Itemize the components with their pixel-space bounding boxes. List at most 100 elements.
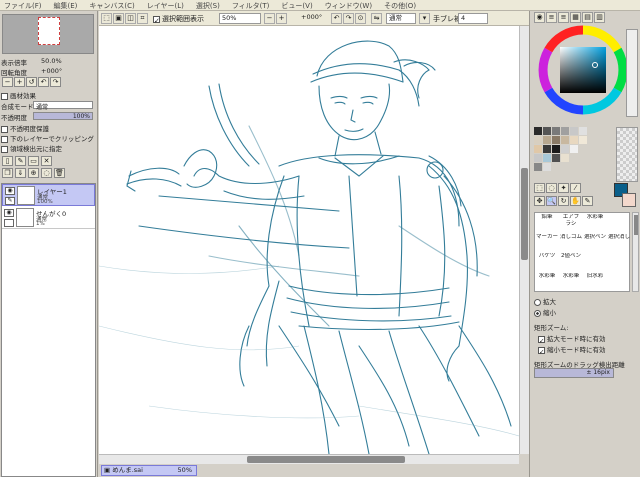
color-wheel-icon[interactable]: ◉ xyxy=(534,12,545,23)
eye-icon[interactable]: ◉ xyxy=(4,209,14,217)
reset-icon[interactable]: ↺ xyxy=(26,77,37,87)
magic-wand-icon[interactable]: ✦ xyxy=(558,183,569,193)
zoom-in-icon[interactable]: + xyxy=(276,13,287,24)
navigator-preview[interactable] xyxy=(2,14,94,54)
eye-icon[interactable]: ◉ xyxy=(5,187,15,195)
delete-layer-icon[interactable]: ✕ xyxy=(41,156,52,166)
menu-edit[interactable]: 編集(E) xyxy=(50,0,86,10)
menu-select[interactable]: 選択(S) xyxy=(192,0,228,10)
tool-scroll-thumb[interactable] xyxy=(634,215,638,235)
document-tab[interactable]: ▣ めんま.sai 50% xyxy=(101,465,197,476)
menu-file[interactable]: ファイル(F) xyxy=(0,0,50,10)
clip-checkbox-icon[interactable] xyxy=(1,135,8,143)
show-selection-checkbox-icon[interactable]: ✓ xyxy=(153,15,160,25)
zoom-value[interactable]: 50.0% xyxy=(41,57,62,65)
zoom-in-option[interactable]: 拡大 xyxy=(534,296,556,306)
zoom-out-icon[interactable]: − xyxy=(264,13,275,24)
zoom-select[interactable]: 50% xyxy=(219,13,261,24)
select-all-icon[interactable]: ▣ xyxy=(113,13,124,24)
clip-row[interactable]: 下のレイヤーでクリッピング xyxy=(1,133,97,143)
swatches[interactable] xyxy=(534,127,614,177)
blend-select[interactable]: 通常 xyxy=(386,13,416,24)
brush-tool[interactable]: 2値ペン xyxy=(560,253,582,269)
pen-icon[interactable]: ✎ xyxy=(5,197,15,205)
brush-tool[interactable] xyxy=(608,273,630,289)
zoom-in-icon[interactable]: + xyxy=(14,77,25,87)
hsv-slider-icon[interactable]: ≡ xyxy=(558,12,569,23)
brush-tool[interactable]: 消しゴム xyxy=(560,234,582,250)
reset-rotation-icon[interactable]: ⊙ xyxy=(355,13,366,24)
merge-selection-icon[interactable]: ⊕ xyxy=(28,168,39,178)
zoom-out-option[interactable]: 縮小 xyxy=(534,307,556,317)
rect-zoom-out-option[interactable]: ✓ 縮小モード時に有効 xyxy=(538,344,606,356)
copy-layer-icon[interactable]: ❐ xyxy=(2,168,13,178)
clear-layer-icon[interactable]: ◌ xyxy=(41,168,52,178)
flip-icon[interactable]: ⇋ xyxy=(371,13,382,24)
tool-scrollbar[interactable] xyxy=(632,212,639,292)
brush-tool[interactable]: 選択ペン xyxy=(584,234,606,250)
side-slider[interactable] xyxy=(626,29,638,117)
brush-tool[interactable] xyxy=(608,214,630,230)
brush-tool[interactable]: マーカー xyxy=(536,234,558,250)
move-icon[interactable]: ✥ xyxy=(534,196,545,206)
rect-zoom-in-checkbox-icon[interactable]: ✓ xyxy=(538,335,545,345)
rotate-left-icon[interactable]: ↶ xyxy=(331,13,342,24)
horizontal-scrollbar[interactable] xyxy=(99,454,519,464)
menu-layer[interactable]: レイヤー(L) xyxy=(143,0,192,10)
rotate-tool-icon[interactable]: ↻ xyxy=(558,196,569,206)
drag-distance-slider[interactable]: ± 16pix xyxy=(534,368,614,378)
lasso-icon[interactable]: ◌ xyxy=(546,183,557,193)
blend-select[interactable]: 通常 xyxy=(33,101,93,111)
layer-mode-icon[interactable]: ▾ xyxy=(419,13,430,24)
brush-tool[interactable]: 水彩筆 xyxy=(584,214,606,230)
scratchpad-icon[interactable]: ▥ xyxy=(594,12,605,23)
hand-icon[interactable]: ✋ xyxy=(570,196,581,206)
merge-down-icon[interactable]: ⇓ xyxy=(15,168,26,178)
brush-tool[interactable]: 旧水彩 xyxy=(584,273,606,289)
invert-selection-icon[interactable]: ◫ xyxy=(125,13,136,24)
menu-window[interactable]: ウィンドウ(W) xyxy=(321,0,380,10)
brush-tool[interactable] xyxy=(584,253,606,269)
zoom-out-radio-icon[interactable] xyxy=(534,309,541,317)
trash-icon[interactable]: 🗑 xyxy=(54,168,65,178)
brush-tool[interactable]: エアブラシ xyxy=(560,214,582,230)
zoom-tool-icon[interactable]: 🔍 xyxy=(546,196,557,206)
zoom-in-radio-icon[interactable] xyxy=(534,298,541,306)
preserve-opacity-checkbox-icon[interactable] xyxy=(1,125,8,133)
rect-select-icon[interactable]: ⬚ xyxy=(534,183,545,193)
vertical-scroll-thumb[interactable] xyxy=(521,168,528,260)
pen-tool-icon[interactable]: ✎ xyxy=(582,196,593,206)
brush-tool[interactable]: バケツ xyxy=(536,253,558,269)
menu-other[interactable]: その他(O) xyxy=(380,0,424,10)
opacity-slider[interactable]: 100% xyxy=(33,112,93,120)
stabilizer-select[interactable]: 4 xyxy=(458,13,488,24)
palette-icon[interactable]: ▦ xyxy=(570,12,581,23)
show-selection-toggle[interactable]: ✓ 選択範囲表示 xyxy=(153,14,204,25)
drawing-canvas[interactable] xyxy=(99,26,519,454)
brush-tool[interactable]: 水彩筆 xyxy=(560,273,582,289)
pen-icon[interactable] xyxy=(4,219,14,227)
menu-view[interactable]: ビュー(V) xyxy=(277,0,320,10)
rotate-right-icon[interactable]: ↷ xyxy=(343,13,354,24)
menu-filter[interactable]: フィルタ(T) xyxy=(228,0,278,10)
eyedropper-icon[interactable]: ⁄ xyxy=(570,183,581,193)
deselect-icon[interactable]: ⬚ xyxy=(101,13,112,24)
new-folder-icon[interactable]: ▭ xyxy=(28,156,39,166)
menu-canvas[interactable]: キャンバス(C) xyxy=(85,0,142,10)
selection-source-checkbox-icon[interactable] xyxy=(1,145,8,153)
rotate-right-icon[interactable]: ↷ xyxy=(50,77,61,87)
rgb-slider-icon[interactable]: ≡ xyxy=(546,12,557,23)
horizontal-scroll-thumb[interactable] xyxy=(247,456,405,463)
effects-row[interactable]: 画材効果 xyxy=(1,90,97,100)
zoom-out-icon[interactable]: − xyxy=(2,77,13,87)
vertical-scrollbar[interactable] xyxy=(519,26,529,454)
mixer-icon[interactable]: ▤ xyxy=(582,12,593,23)
brush-tool[interactable] xyxy=(608,253,630,269)
rotation-value[interactable]: +000° xyxy=(41,67,62,75)
brush-tool[interactable]: 選択消し xyxy=(608,234,630,250)
angle-value[interactable]: +000° xyxy=(299,13,331,24)
rotate-left-icon[interactable]: ↶ xyxy=(38,77,49,87)
brush-tool[interactable]: 水彩筆 xyxy=(536,273,558,289)
crop-icon[interactable]: ⌗ xyxy=(137,13,148,24)
sub-color-swatch[interactable] xyxy=(622,193,636,207)
